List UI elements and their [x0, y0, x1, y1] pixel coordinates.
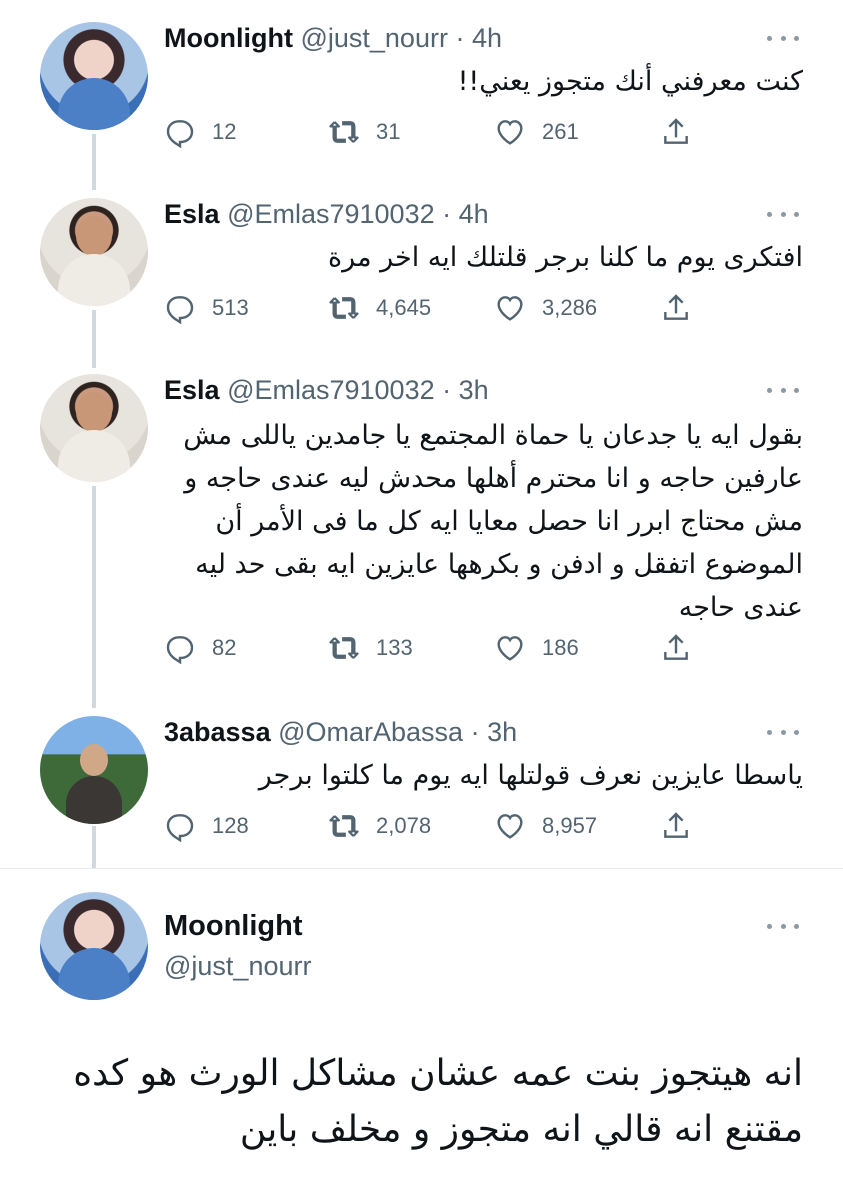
thread-line [92, 826, 96, 868]
avatar[interactable] [40, 22, 148, 130]
thread-line [92, 486, 96, 708]
user-handle[interactable]: @Emlas7910032 [227, 199, 435, 229]
tweet-text: انه هيتجوز بنت عمه عشان مشاكل الورث هو ك… [73, 1053, 803, 1150]
tweet-text: بقول ايه يا جدعان يا حماة المجتمع يا جام… [183, 420, 803, 623]
tweet-time[interactable]: · 4h [455, 23, 502, 53]
retweet-button[interactable]: 31 [328, 112, 400, 152]
display-name[interactable]: Moonlight [164, 23, 293, 53]
like-count: 261 [542, 119, 579, 144]
user-handle[interactable]: @just_nourr [164, 946, 311, 986]
tweet-header: 3abassa @OmarAbassa · 3h [164, 712, 517, 752]
reply-button[interactable]: 12 [164, 112, 236, 152]
share-icon [664, 118, 688, 144]
avatar[interactable] [40, 716, 148, 824]
like-button[interactable]: 8,957 [494, 806, 597, 846]
retweet-icon [329, 637, 359, 659]
reply-button[interactable]: 128 [164, 806, 249, 846]
avatar[interactable] [40, 198, 148, 306]
reply-button[interactable]: 82 [164, 628, 236, 668]
reply-icon [166, 814, 194, 842]
user-handle[interactable]: @just_nourr [300, 23, 447, 53]
like-count: 3,286 [542, 295, 598, 320]
tweet-actions: 128 2,078 8,957 [164, 806, 724, 846]
reply-count: 128 [212, 813, 249, 838]
retweet-icon [329, 297, 359, 319]
display-name[interactable]: 3abassa [164, 717, 271, 747]
retweet-button[interactable]: 133 [328, 628, 413, 668]
tweet-actions: 82 133 186 [164, 628, 724, 668]
divider [0, 868, 843, 869]
reply-icon [166, 120, 194, 148]
user-handle[interactable]: @OmarAbassa [278, 717, 463, 747]
retweet-count: 2,078 [376, 813, 432, 838]
tweet-text: افتكرى يوم ما كلنا برجر قلتلك ايه اخر مر… [328, 242, 803, 273]
user-handle[interactable]: @Emlas7910032 [227, 375, 435, 405]
thread-line [92, 134, 96, 190]
tweet-header: Esla @Emlas7910032 · 3h [164, 370, 489, 410]
tweet-header: Esla @Emlas7910032 · 4h [164, 194, 489, 234]
reply-count: 513 [212, 295, 249, 320]
tweet-time[interactable]: · 3h [442, 375, 489, 405]
more-icon[interactable] [763, 718, 803, 746]
share-icon [664, 634, 688, 660]
tweet-time[interactable]: · 3h [471, 717, 518, 747]
retweet-count: 4,645 [376, 295, 432, 320]
tweet-text: كنت معرفني أنك متجوز يعني!! [457, 66, 803, 97]
reply-button[interactable]: 513 [164, 288, 249, 328]
tweet-time[interactable]: · 4h [442, 199, 489, 229]
heart-icon [497, 296, 523, 321]
retweet-icon [329, 815, 359, 837]
retweet-icon [329, 121, 359, 143]
heart-icon [497, 636, 523, 661]
retweet-count: 133 [376, 635, 413, 660]
share-button[interactable] [660, 806, 708, 846]
retweet-button[interactable]: 4,645 [328, 288, 431, 328]
heart-icon [497, 120, 523, 145]
display-name[interactable]: Moonlight [164, 906, 303, 946]
share-icon [664, 812, 688, 838]
display-name[interactable]: Esla [164, 375, 220, 405]
share-icon [664, 294, 688, 320]
tweet-actions: 513 4,645 3,286 [164, 288, 724, 328]
reply-icon [166, 296, 194, 324]
share-button[interactable] [660, 628, 708, 668]
more-icon[interactable] [763, 24, 803, 52]
avatar[interactable] [40, 892, 148, 1000]
like-button[interactable]: 3,286 [494, 288, 597, 328]
tweet-header: Moonlight @just_nourr · 4h [164, 18, 502, 58]
share-button[interactable] [660, 288, 708, 328]
share-button[interactable] [660, 112, 708, 152]
tweet-actions: 12 31 261 [164, 112, 724, 152]
like-count: 8,957 [542, 813, 598, 838]
like-button[interactable]: 261 [494, 112, 579, 152]
tweet-text: ياسطا عايزين نعرف قولتلها ايه يوم ما كلت… [258, 760, 803, 791]
more-icon[interactable] [763, 912, 803, 940]
reply-count: 12 [212, 119, 237, 144]
reply-count: 82 [212, 635, 237, 660]
thread-line [92, 310, 96, 368]
more-icon[interactable] [763, 376, 803, 404]
more-icon[interactable] [763, 200, 803, 228]
like-button[interactable]: 186 [494, 628, 579, 668]
avatar[interactable] [40, 374, 148, 482]
retweet-button[interactable]: 2,078 [328, 806, 431, 846]
heart-icon [497, 814, 523, 839]
retweet-count: 31 [376, 119, 401, 144]
display-name[interactable]: Esla [164, 199, 220, 229]
reply-icon [166, 636, 194, 664]
like-count: 186 [542, 635, 579, 660]
